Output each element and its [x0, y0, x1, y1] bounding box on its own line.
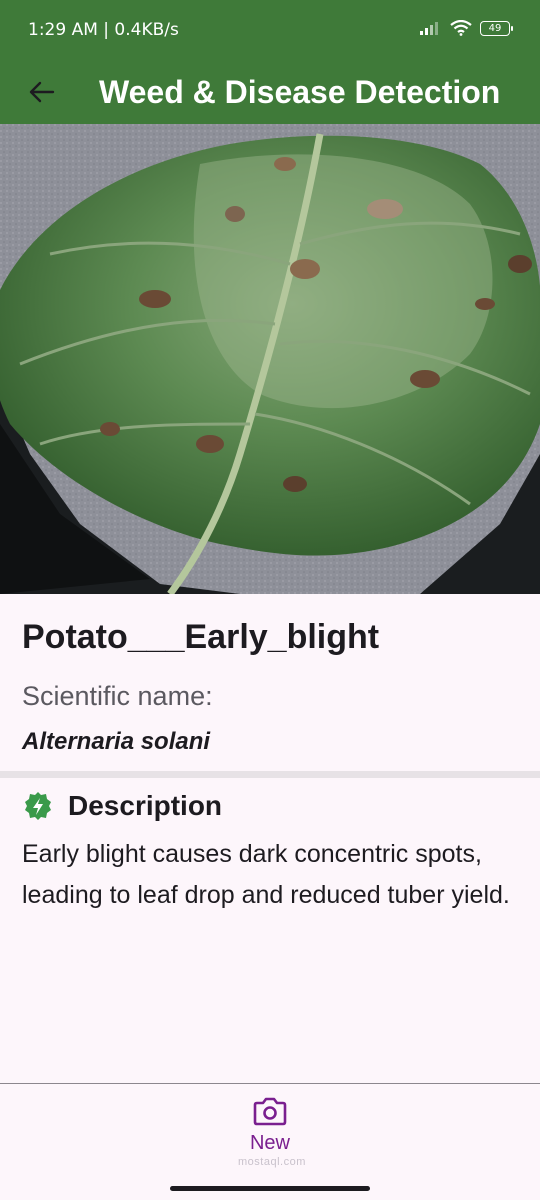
- nav-new-label: New: [249, 1132, 290, 1154]
- bottom-nav: New: [0, 1083, 540, 1200]
- battery-icon: 49: [480, 20, 513, 36]
- arrow-left-icon: [29, 81, 55, 103]
- description-title: Description: [68, 790, 223, 821]
- disease-name: Potato___Early_blight: [22, 618, 380, 656]
- home-indicator[interactable]: [170, 1186, 370, 1191]
- back-button[interactable]: [22, 72, 62, 112]
- leaf-photo: [0, 124, 540, 594]
- bolt-badge-icon: [25, 792, 51, 820]
- app-title: Weed & Disease Detection: [99, 74, 501, 110]
- watermark: mostaql.com: [238, 1156, 306, 1168]
- battery-level: 49: [488, 22, 502, 34]
- description-text: Early blight causes dark concentric spot…: [22, 840, 510, 909]
- description-header: Description: [22, 790, 222, 822]
- camera-icon: [253, 1097, 287, 1126]
- app-bar: Weed & Disease Detection: [0, 60, 540, 124]
- status-icons: 49: [420, 20, 513, 36]
- status-time: 1:29 AM | 0.4KB/s: [28, 20, 179, 40]
- signal-icon: [420, 22, 438, 35]
- status-bar: 1:29 AM | 0.4KB/s 49: [0, 0, 540, 60]
- section-divider: [0, 771, 540, 778]
- leaf-image: [0, 124, 540, 594]
- wifi-icon: [450, 20, 472, 36]
- scientific-name-value: Alternaria solani: [22, 728, 211, 755]
- scientific-name-label: Scientific name:: [22, 681, 213, 711]
